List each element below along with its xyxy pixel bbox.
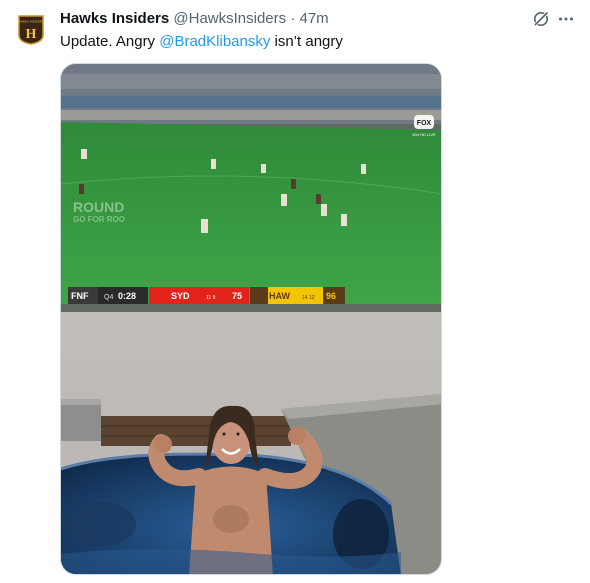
broadcast-tag: FNF [71,291,89,301]
team2-score: 96 [326,291,336,301]
timestamp[interactable]: 47m [300,10,329,27]
tweet[interactable]: HAWKS INSIDERS H Hawks Insiders @HawksIn… [0,0,590,583]
separator: · [290,10,296,27]
ground-sign-1: ROUND [73,199,124,215]
more-icon[interactable] [557,10,575,28]
display-name[interactable]: Hawks Insiders [60,10,169,27]
storage-box [61,399,101,441]
deck [101,416,291,446]
game-clock: 0:28 [118,291,136,301]
team2-gb: 14 12 [302,295,315,301]
photo-scene: ROUND GO FOR ROO FOX 504 HD LIVE FNF Q4 … [61,64,441,574]
tweet-text: Update. Angry @BradKlibansky isn’t angry [60,32,343,52]
ground-sign-2: GO FOR ROO [73,215,125,224]
grok-icon[interactable] [532,10,550,28]
network-sub: 504 HD LIVE [412,132,436,137]
avatar-text: HAWKS INSIDERS [18,20,44,24]
team1-name: SYD [171,291,190,301]
tweet-text-start: Update. Angry [60,33,160,50]
team1-score: 75 [232,291,242,301]
tweet-text-end: isn’t angry [270,33,343,50]
projected-game: ROUND GO FOR ROO FOX 504 HD LIVE FNF Q4 … [61,64,441,312]
team2-name: HAW [269,291,291,301]
quarter: Q4 [104,294,113,301]
tweet-photo[interactable]: ROUND GO FOR ROO FOX 504 HD LIVE FNF Q4 … [60,63,442,575]
mention-link[interactable]: @BradKlibansky [159,33,270,50]
tweet-header: Hawks Insiders @HawksInsiders · 47m [60,9,329,29]
network-logo: FOX [417,120,432,127]
avatar[interactable]: HAWKS INSIDERS H [18,15,44,45]
avatar-letter: H [26,27,37,42]
team1-gb: 11 9 [206,295,216,301]
user-handle[interactable]: @HawksInsiders [173,10,286,27]
scoreboard: FNF Q4 0:28 SYD 11 9 75 HAW 14 12 96 [68,287,345,304]
